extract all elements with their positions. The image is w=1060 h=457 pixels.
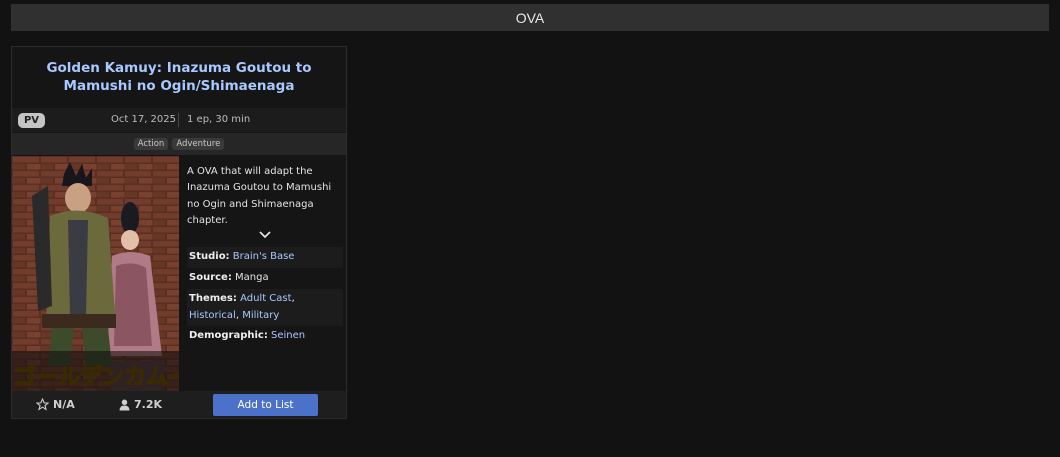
- episode-info: 1 ep, 30 min: [187, 114, 251, 125]
- demographic-row: Demographic: Seinen: [187, 326, 343, 347]
- studio-link[interactable]: Brain's Base: [233, 251, 295, 262]
- section-title: OVA: [515, 9, 545, 26]
- themes-label: Themes:: [189, 293, 237, 304]
- info-bar: PV Oct 17, 2025 1 ep, 30 min: [12, 108, 346, 132]
- themes-row: Themes: Adult Cast, Historical, Military: [187, 289, 343, 326]
- genre-tag-adventure[interactable]: Adventure: [172, 138, 225, 150]
- source-row: Source: Manga: [187, 268, 343, 289]
- poster-logo: ゴールデンカムイ: [14, 364, 179, 390]
- studio-row: Studio: Brain's Base: [187, 247, 343, 268]
- anime-card: Golden Kamuy: Inazuma Goutou to Mamushi …: [11, 46, 347, 419]
- studio-label: Studio:: [189, 251, 230, 262]
- theme-link-adult-cast[interactable]: Adult Cast: [240, 293, 291, 304]
- score: N/A: [36, 398, 75, 411]
- star-icon: [36, 398, 49, 411]
- synopsis-text: A OVA that will adapt the Inazuma Goutou…: [187, 166, 332, 226]
- section-header-ova: OVA: [11, 4, 1049, 31]
- air-date: Oct 17, 2025: [111, 114, 176, 125]
- members-count: 7.2K: [134, 398, 163, 411]
- genre-tag-action[interactable]: Action: [133, 138, 169, 150]
- user-icon: [119, 399, 130, 410]
- source-value: Manga: [235, 272, 269, 283]
- add-to-list-button[interactable]: Add to List: [213, 394, 318, 416]
- theme-link-historical[interactable]: Historical: [189, 310, 236, 321]
- pv-button[interactable]: PV: [18, 113, 45, 128]
- chevron-down-icon[interactable]: [258, 230, 272, 240]
- demographic-link[interactable]: Seinen: [271, 330, 305, 341]
- anime-title-link[interactable]: Golden Kamuy: Inazuma Goutou to Mamushi …: [12, 47, 346, 107]
- card-footer: N/A 7.2K Add to List: [12, 391, 346, 418]
- source-label: Source:: [189, 272, 232, 283]
- score-value: N/A: [53, 398, 75, 411]
- theme-link-military[interactable]: Military: [242, 310, 279, 321]
- demographic-label: Demographic:: [189, 330, 268, 341]
- info-divider: [178, 113, 179, 127]
- poster-image[interactable]: ゴールデンカムイ: [12, 156, 179, 391]
- genre-bar: Action Adventure: [12, 133, 346, 155]
- members: 7.2K: [119, 398, 162, 411]
